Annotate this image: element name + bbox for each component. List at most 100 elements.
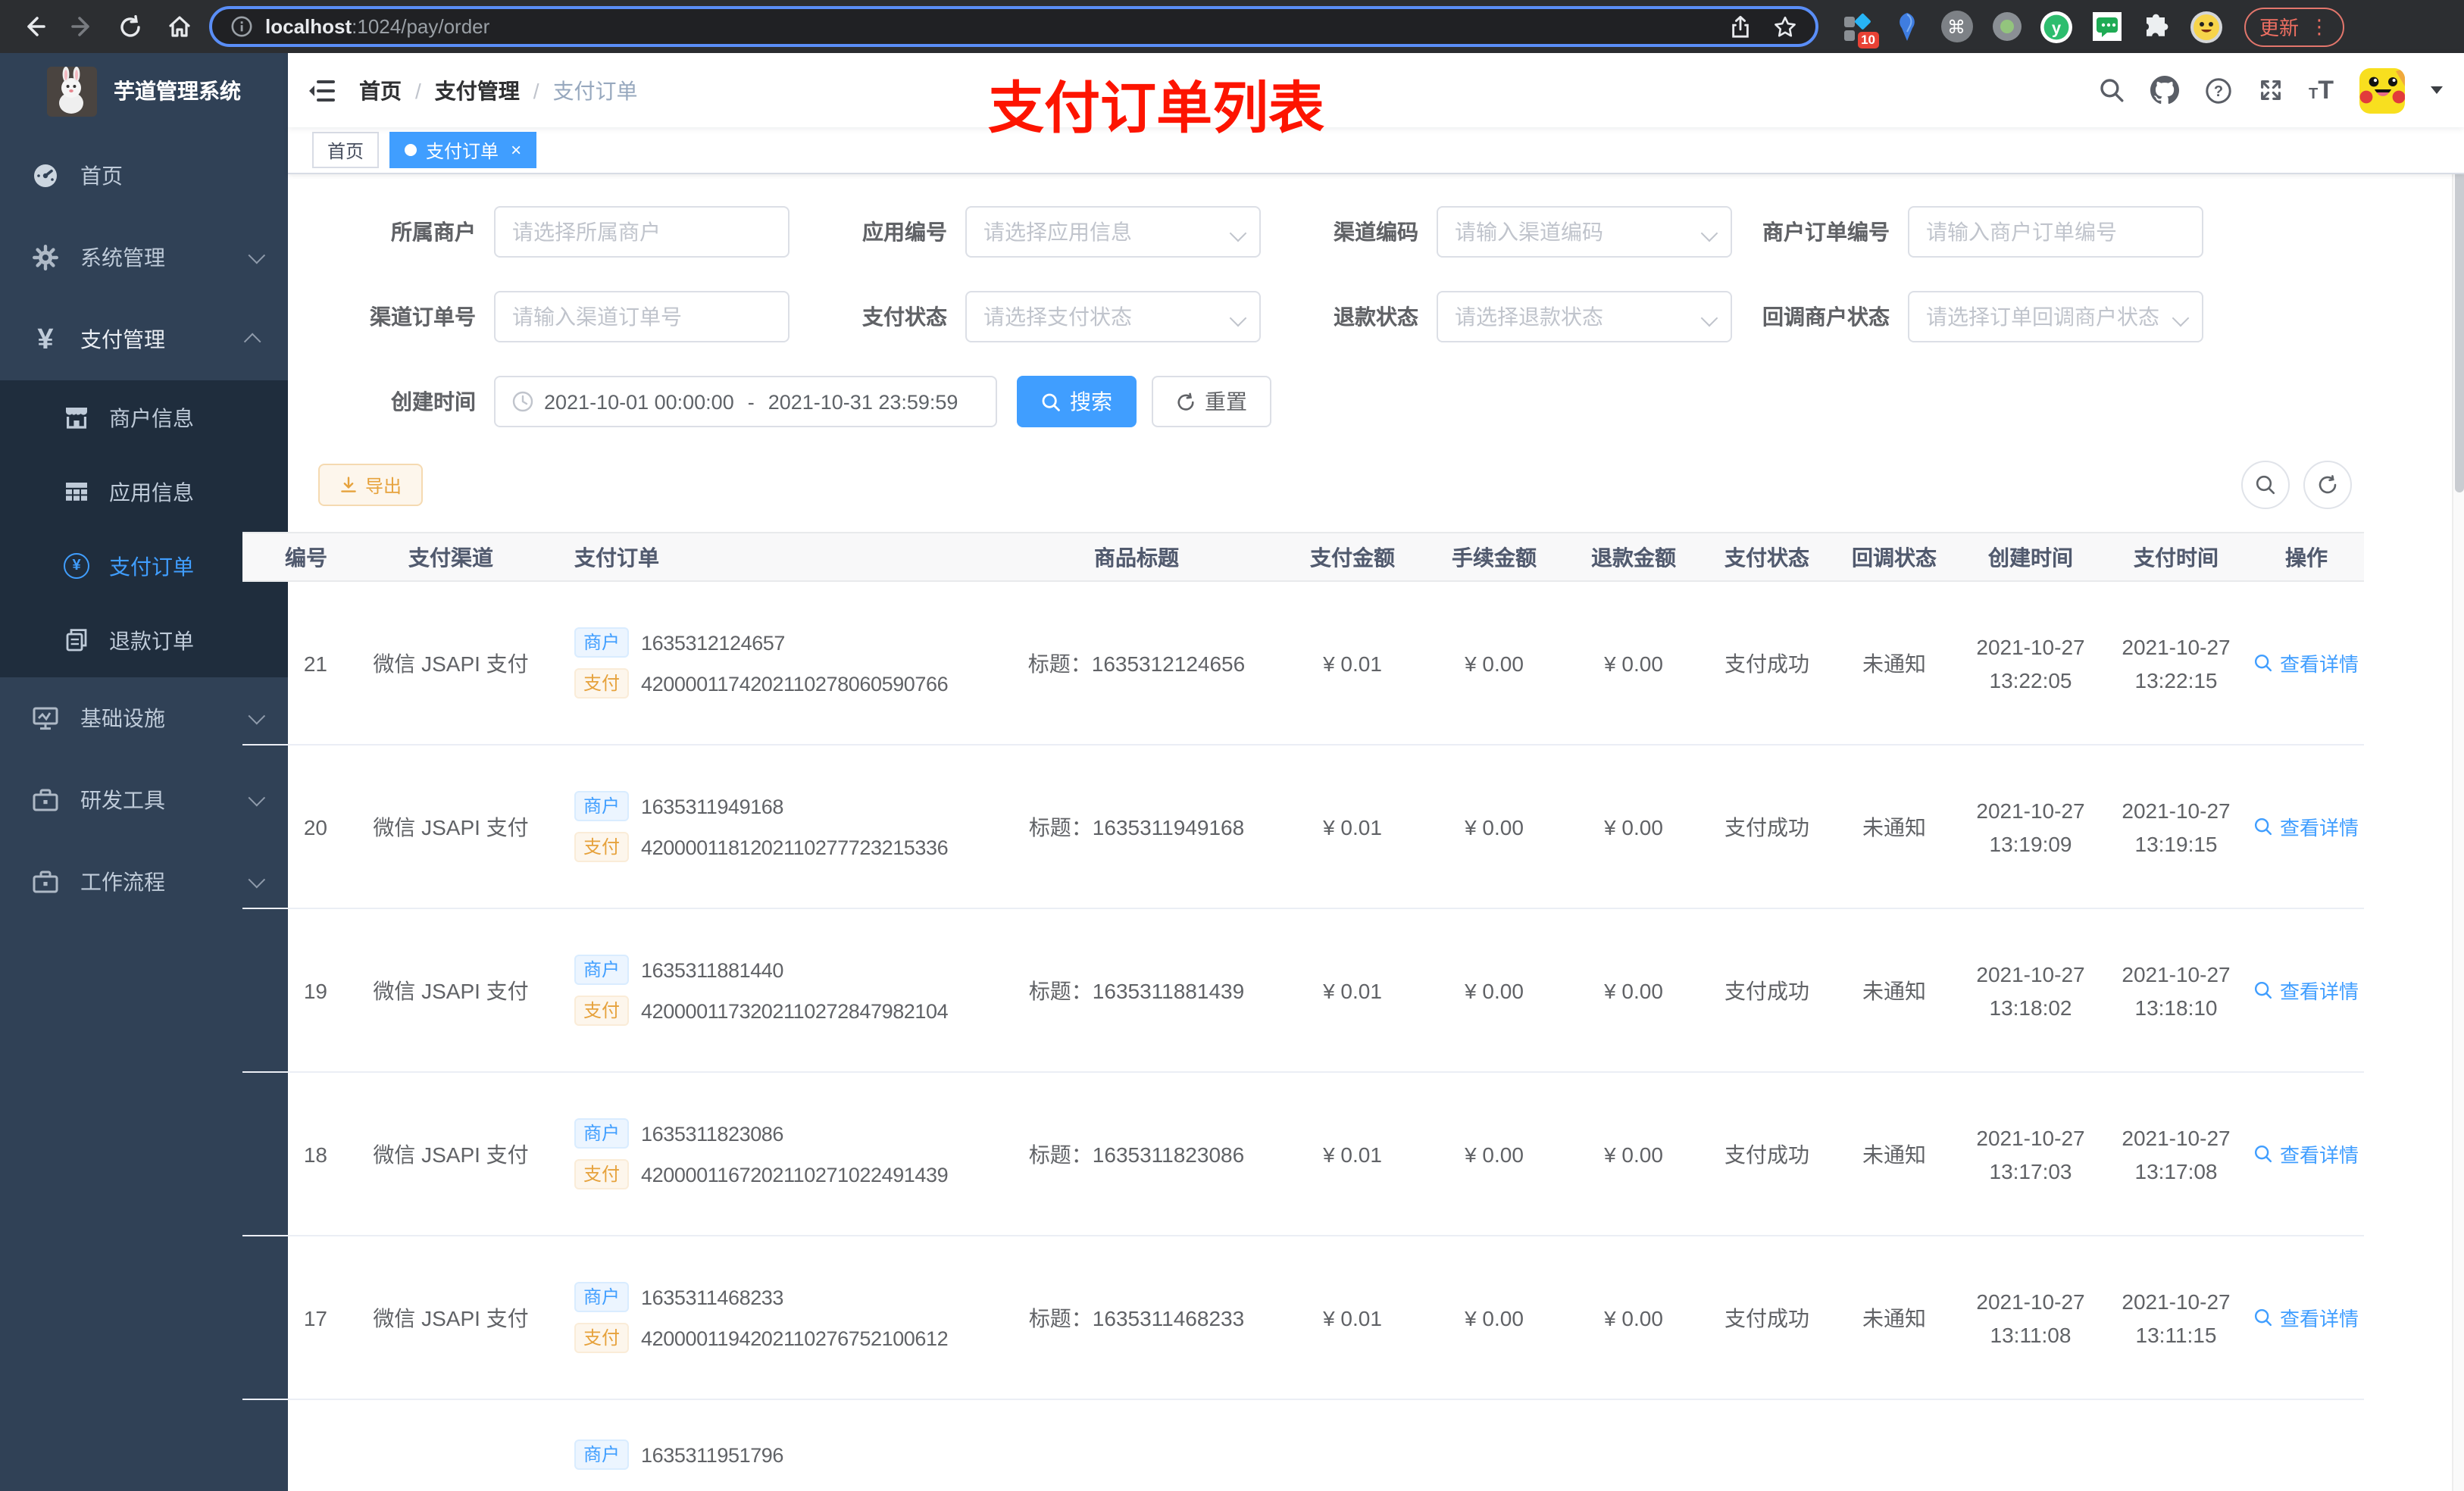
fee-amount-cell: ¥ 0.00: [1424, 1236, 1564, 1400]
help-icon[interactable]: ?: [2204, 77, 2231, 104]
hamburger-button[interactable]: [309, 78, 336, 102]
sidebar-item-label: 系统管理: [80, 245, 165, 270]
merchant-order-no: 1635311468233: [641, 1286, 784, 1308]
view-detail-link[interactable]: 查看详情: [2254, 649, 2359, 677]
avatar-caret-icon[interactable]: [2431, 86, 2443, 94]
view-detail-icon: [2255, 1145, 2273, 1163]
sidebar-item-label: 应用信息: [109, 480, 194, 504]
menu-kebab-icon[interactable]: ⋮: [2309, 16, 2329, 36]
extensions-area: 10 ⌘ y: [1840, 10, 2223, 48]
filter-label: 所属商户: [391, 220, 476, 244]
order-id-cell: [242, 1399, 349, 1491]
scrollbar-thumb[interactable]: [2454, 136, 2463, 492]
address-bar[interactable]: localhost:1024/pay/order: [209, 6, 1818, 47]
app-logo-row[interactable]: 芋道管理系统: [0, 53, 288, 129]
channel-code-input[interactable]: [1455, 220, 1714, 244]
channel-order-no-field[interactable]: [494, 291, 790, 342]
view-detail-link[interactable]: 查看详情: [2254, 812, 2359, 841]
merchant-input[interactable]: [512, 220, 771, 244]
channel-order-no-input[interactable]: [512, 305, 771, 329]
breadcrumb-home[interactable]: 首页: [359, 75, 402, 105]
pay-status-cell: 支付成功: [1703, 908, 1831, 1073]
tab-close-icon[interactable]: ×: [511, 141, 521, 159]
merchant-select[interactable]: [494, 206, 790, 258]
pay-order-no: 4200001173202110272847982104: [641, 999, 949, 1022]
refresh-table-button[interactable]: [2303, 461, 2352, 509]
tab-home[interactable]: 首页: [312, 132, 380, 168]
extension-emoji-icon[interactable]: [2190, 10, 2223, 43]
view-detail-link[interactable]: 查看详情: [2254, 1303, 2359, 1332]
order-id-cell: 19: [242, 908, 349, 1073]
reload-button[interactable]: [112, 8, 149, 45]
order-id-cell: 18: [242, 1072, 349, 1236]
refund-status-input[interactable]: [1455, 305, 1714, 329]
home-button[interactable]: [161, 8, 197, 45]
notify-status-select[interactable]: [1908, 291, 2203, 342]
bookmark-star-icon[interactable]: [1773, 14, 1797, 39]
create-time-range-picker[interactable]: 2021-10-01 00:00:00 - 2021-10-31 23:59:5…: [494, 376, 997, 427]
extension-blocks-icon[interactable]: 10: [1840, 10, 1879, 48]
home-icon: [168, 16, 189, 37]
refund-status-select[interactable]: [1437, 291, 1732, 342]
sidebar-item-payment[interactable]: ¥ 支付管理: [0, 299, 288, 380]
pay-status-cell: 支付成功: [1703, 1236, 1831, 1400]
search-button[interactable]: 搜索: [1017, 376, 1137, 427]
sidebar-item-merchant-info[interactable]: 商户信息: [0, 380, 288, 455]
merchant-order-no-input[interactable]: [1926, 220, 2185, 244]
github-icon[interactable]: [2150, 76, 2178, 105]
view-detail-link[interactable]: 查看详情: [2254, 976, 2359, 1005]
action-cell[interactable]: 查看详情: [2249, 908, 2364, 1073]
sidebar-item-home[interactable]: 首页: [0, 135, 288, 217]
tab-pay-order[interactable]: 支付订单 ×: [389, 132, 537, 168]
app-select-input[interactable]: [983, 220, 1243, 244]
action-cell[interactable]: 查看详情: [2249, 1072, 2364, 1236]
browser-toolbar: localhost:1024/pay/order 10 ⌘ y 更新 ⋮: [0, 0, 2464, 53]
gear-icon: [32, 244, 59, 271]
app-select[interactable]: [965, 206, 1261, 258]
notify-status-input[interactable]: [1926, 305, 2185, 329]
sidebar-item-system[interactable]: 系统管理: [0, 217, 288, 299]
extension-record-icon[interactable]: [1990, 10, 2023, 43]
col-pay-time: 支付时间: [2103, 532, 2249, 582]
font-size-icon[interactable]: TT: [2309, 75, 2334, 105]
filter-row-2: 渠道订单号 支付状态 退款状态: [318, 291, 2464, 342]
product-title-cell: 标题：1635311823086: [993, 1072, 1280, 1236]
forward-button[interactable]: [64, 8, 100, 45]
extension-command-icon[interactable]: ⌘: [1940, 10, 1973, 43]
extension-chat-icon[interactable]: [2090, 10, 2123, 43]
browser-update-button[interactable]: 更新 ⋮: [2244, 7, 2345, 46]
show-search-button[interactable]: [2241, 461, 2290, 509]
pay-status-input[interactable]: [983, 305, 1243, 329]
extension-y-icon[interactable]: y: [2040, 10, 2073, 43]
refresh-icon: [1177, 392, 1194, 410]
tags-view-bar: 首页 支付订单 ×: [288, 127, 2464, 174]
user-avatar[interactable]: [2359, 67, 2405, 113]
pay-order-line: 支付 4200001174202110278060590766: [574, 668, 993, 699]
back-button[interactable]: [15, 8, 52, 45]
search-icon[interactable]: [2098, 77, 2124, 103]
action-cell[interactable]: 查看详情: [2249, 745, 2364, 909]
pay-channel-cell: 微信 JSAPI 支付: [349, 1072, 553, 1236]
pay-status-cell: 支付成功: [1703, 1072, 1831, 1236]
breadcrumb-pay-manage[interactable]: 支付管理: [435, 75, 520, 105]
back-icon: [27, 17, 45, 36]
view-detail-link[interactable]: 查看详情: [2254, 1139, 2359, 1168]
pay-order-no: 4200001194202110276752100612: [641, 1327, 949, 1349]
fullscreen-icon[interactable]: [2257, 77, 2283, 103]
site-info-icon[interactable]: [230, 15, 253, 38]
page-scrollbar[interactable]: [2452, 127, 2464, 1491]
pay-status-select[interactable]: [965, 291, 1261, 342]
pay-status-cell: [1703, 1399, 1831, 1491]
sidebar-item-app-info[interactable]: 应用信息: [0, 455, 288, 529]
reset-button[interactable]: 重置: [1152, 376, 1271, 427]
pay-order-cell: 商户 1635311951796: [553, 1399, 993, 1491]
extension-balloon-icon[interactable]: [1890, 10, 1923, 43]
action-cell[interactable]: 查看详情: [2249, 581, 2364, 746]
export-button[interactable]: 导出: [318, 464, 424, 506]
refund-amount-cell: ¥ 0.00: [1564, 1236, 1703, 1400]
channel-code-select[interactable]: [1437, 206, 1732, 258]
merchant-order-no-field[interactable]: [1908, 206, 2203, 258]
extensions-puzzle-icon[interactable]: [2140, 10, 2173, 43]
action-cell[interactable]: 查看详情: [2249, 1236, 2364, 1400]
share-icon[interactable]: [1729, 14, 1752, 39]
